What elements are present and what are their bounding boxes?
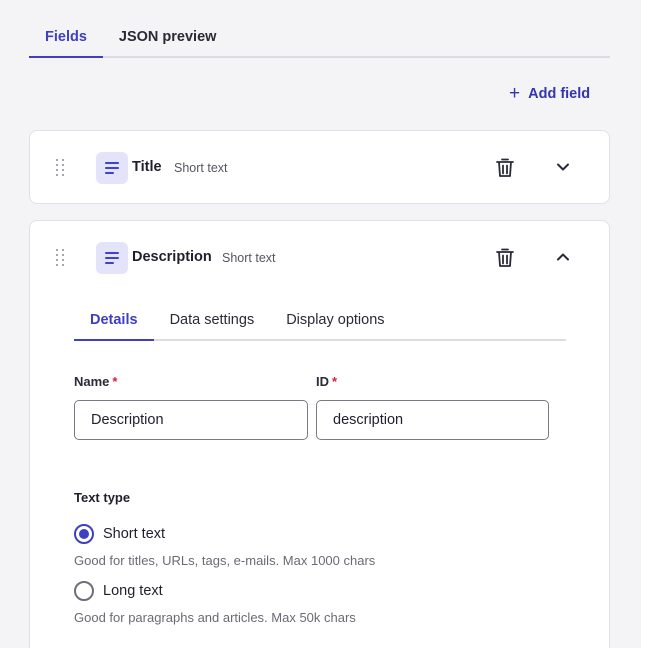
help-text: Good for titles, URLs, tags, e-mails. Ma… [74,553,376,568]
add-field-button[interactable]: + Add field [509,83,590,105]
tab-fields[interactable]: Fields [29,20,103,58]
right-panel-edge [641,0,655,648]
tab-json-preview[interactable]: JSON preview [103,20,233,58]
id-label: ID * [316,374,338,389]
detail-tab-bar: Details Data settings Display options [74,307,566,341]
short-text-icon [96,152,128,184]
field-name: Title [132,159,162,175]
chevron-down-icon[interactable] [556,160,570,174]
radio-label: Short text [103,526,166,542]
field-card-header[interactable]: Description Short text [30,221,609,293]
field-type: Short text [222,251,276,265]
radio-label: Long text [103,583,163,599]
name-field[interactable] [74,400,308,440]
tab-data-settings[interactable]: Data settings [154,307,271,341]
field-card-title: Title Short text [29,130,610,204]
radio-long-text[interactable]: Long text [74,581,163,601]
drag-handle-icon[interactable] [56,249,66,267]
field-type: Short text [174,161,228,175]
chevron-up-icon[interactable] [556,250,570,264]
trash-icon[interactable] [496,158,514,178]
field-card-description: Description Short text Details Data sett… [29,220,610,648]
radio-unchecked-icon[interactable] [74,581,94,601]
tab-details[interactable]: Details [74,307,154,341]
trash-icon[interactable] [496,248,514,268]
plus-icon: + [509,82,521,104]
required-mark: * [332,374,338,389]
short-text-icon [96,242,128,274]
drag-handle-icon[interactable] [56,159,66,177]
text-type-title: Text type [74,490,131,505]
field-card-header[interactable]: Title Short text [30,131,609,203]
required-mark: * [112,374,118,389]
id-field[interactable] [316,400,549,440]
radio-checked-icon[interactable] [74,524,94,544]
help-text: Good for paragraphs and articles. Max 50… [74,610,356,625]
top-tab-bar: Fields JSON preview [29,20,610,58]
field-name: Description [132,249,212,265]
radio-short-text[interactable]: Short text [74,524,165,544]
tab-display-options[interactable]: Display options [270,307,400,341]
add-field-label: Add field [528,86,591,102]
name-label: Name * [74,374,118,389]
